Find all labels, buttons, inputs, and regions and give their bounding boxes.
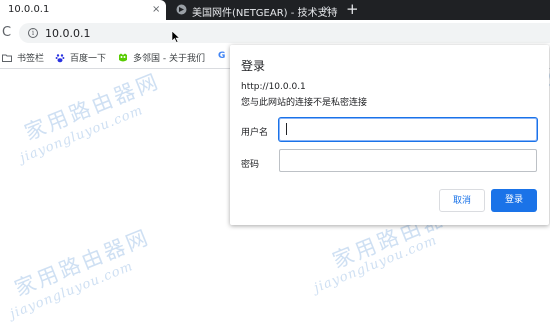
new-tab-icon[interactable]: + (346, 1, 359, 18)
baidu-paw-icon (55, 53, 65, 62)
login-button[interactable]: 登录 (491, 189, 537, 212)
tab-title: 美国网件(NETGEAR) - 技术支持 (192, 8, 338, 19)
bookmark-label: 书签栏 (17, 54, 45, 64)
watermark-en: jiayongluyou.com (311, 232, 440, 297)
bookmark-bookmarks-bar[interactable]: 书签栏 (2, 51, 44, 64)
url-text[interactable]: 10.0.0.1 (45, 27, 90, 40)
username-label: 用户名 (241, 128, 269, 138)
folder-icon (2, 54, 12, 62)
mouse-pointer-icon (171, 31, 181, 43)
reload-icon[interactable]: C (2, 26, 11, 39)
username-field[interactable] (279, 118, 537, 141)
netgear-favicon-icon (176, 4, 187, 15)
tab-title: 10.0.0.1 (8, 4, 50, 15)
info-icon[interactable]: i (28, 28, 38, 38)
toolbar: C i 10.0.0.1 (0, 20, 550, 46)
tab-netgear[interactable]: 美国网件(NETGEAR) - 技术支持 × (170, 0, 338, 20)
bookmark-label: 百度一下 (70, 54, 107, 64)
watermark-cn: 家用路由器网 (21, 68, 164, 146)
bookmark-duolingo[interactable]: 多邻国 - 关于我们 (118, 51, 205, 64)
bookmark-baidu[interactable]: 百度一下 (55, 51, 106, 64)
tab-strip: 10.0.0.1 × 美国网件(NETGEAR) - 技术支持 × + (0, 0, 550, 20)
duolingo-owl-icon (119, 53, 127, 61)
close-icon[interactable]: × (152, 5, 160, 15)
dialog-title: 登录 (241, 59, 266, 73)
dialog-url: http://10.0.0.1 (241, 82, 306, 92)
close-icon[interactable]: × (322, 5, 330, 15)
address-bar[interactable]: i 10.0.0.1 (19, 23, 550, 43)
google-icon: G (218, 51, 226, 61)
bookmark-google[interactable]: G (218, 51, 225, 61)
watermark-en: jiayongluyou.com (7, 258, 136, 322)
page-content: 家用路由器网 jiayongluyou.com 家用路由器网 jiayonglu… (0, 45, 550, 322)
tab-active[interactable]: 10.0.0.1 × (0, 0, 166, 20)
connection-warning: 您与此网站的连接不是私密连接 (241, 98, 368, 108)
cancel-button[interactable]: 取消 (439, 189, 485, 212)
login-dialog: 登录 http://10.0.0.1 您与此网站的连接不是私密连接 用户名 密码… (230, 45, 549, 225)
password-label: 密码 (241, 160, 260, 170)
watermark-cn: 家用路由器网 (11, 224, 154, 302)
text-caret (286, 123, 287, 135)
bookmark-label: 多邻国 - 关于我们 (133, 54, 205, 64)
password-field[interactable] (279, 149, 537, 172)
watermark-en: jiayongluyou.com (17, 102, 146, 167)
